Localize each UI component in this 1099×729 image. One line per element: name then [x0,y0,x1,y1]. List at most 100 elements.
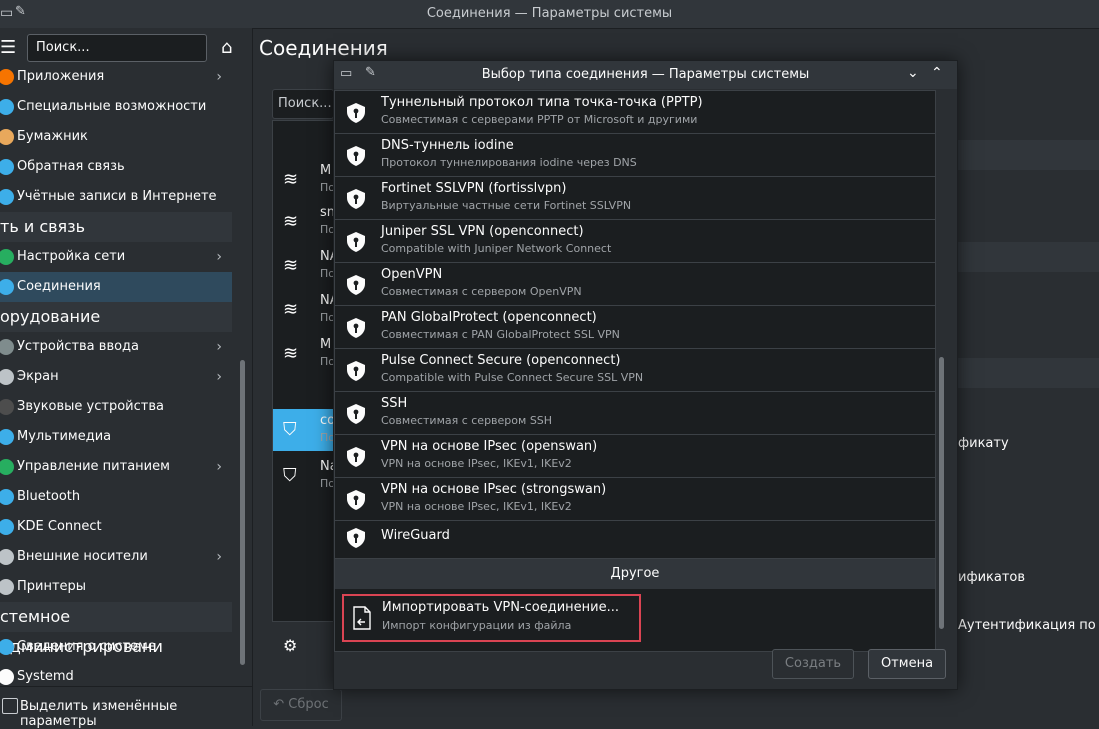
vpn-type-item[interactable]: Juniper SSL VPN (openconnect) Compatible … [335,220,935,263]
sidebar-item-icon [0,519,14,535]
sidebar-item-label: Мультимедиа [17,429,112,444]
vpn-type-item[interactable]: Туннельный протокол типа точка-точка (PP… [335,91,935,134]
vpn-type-item[interactable]: SSH Совместимая с сервером SSH [335,392,935,435]
undo-icon: ↶ [273,697,289,712]
highlight-changes-icon[interactable] [2,698,18,714]
connection-type-list: Туннельный протокол типа точка-точка (PP… [334,90,936,652]
vpn-type-title: VPN на основе IPsec (openswan) [381,439,598,454]
minimize-icon[interactable]: ⌄ [907,65,919,81]
vpn-type-item[interactable]: Fortinet SSLVPN (fortisslvpn) Виртуальные… [335,177,935,220]
sidebar-item[interactable]: Бумажник [0,122,232,152]
sidebar-item[interactable]: Настройка сети › [0,242,232,272]
vpn-type-item[interactable]: WireGuard [335,516,935,559]
vpn-type-item[interactable]: OpenVPN Совместимая с сервером OpenVPN [335,263,935,306]
sidebar-item[interactable]: Мультимедиа [0,422,232,452]
dialog-titlebar: ▭ ✎ Выбор типа соединения — Параметры си… [334,61,957,89]
sidebar-item[interactable]: Внешние носители › [0,542,232,572]
sidebar-item-label: Соединения [17,279,101,294]
vpn-type-item[interactable]: DNS-туннель iodine Протокол туннелировани… [335,134,935,177]
connection-item[interactable]: ⛉ co По [273,409,335,451]
vpn-type-title: SSH [381,396,408,411]
vpn-type-subtitle: Совместимая с сервером SSH [381,414,553,427]
vpn-type-title: WireGuard [381,528,450,543]
sidebar-item[interactable]: Сведения о системе [0,632,232,662]
import-subtitle: Импорт конфигурации из файла [382,619,572,632]
sidebar-scrollbar[interactable] [240,360,245,665]
wifi-icon: ≋ [283,255,299,276]
sidebar-search-input[interactable]: Поиск... [27,34,207,62]
sidebar-item[interactable]: Специальные возможности [0,92,232,122]
vpn-type-title: DNS-туннель iodine [381,138,514,153]
dialog-scrollbar[interactable] [939,357,944,629]
vpn-shield-icon: ⛉ [283,419,297,440]
sidebar-item-icon [0,189,14,205]
sidebar-item[interactable]: Звуковые устройства [0,392,232,422]
vpn-shield-icon [345,527,367,549]
vpn-shield-icon: ⛉ [283,465,297,486]
sidebar-item-label: Обратная связь [17,159,125,174]
vpn-type-item[interactable]: VPN на основе IPsec (openswan) VPN на осн… [335,435,935,478]
sidebar-item[interactable]: Соединения [0,272,232,302]
connection-name: M [320,337,332,352]
create-button[interactable]: Создать [772,649,854,679]
import-title: Импортировать VPN-соединение... [382,600,619,615]
vpn-type-item[interactable]: VPN на основе IPsec (strongswan) VPN на о… [335,478,935,521]
sidebar-item[interactable]: Управление питанием › [0,452,232,482]
right-text-2: ификатов [958,570,1026,585]
sidebar-item[interactable]: Учётные записи в Интернете [0,182,232,212]
connection-item[interactable]: ≋ NA По [273,289,339,331]
chevron-right-icon: › [216,249,222,265]
dialog-title: Выбор типа соединения — Параметры систем… [481,67,810,82]
connection-item[interactable]: ≋ NA По [273,245,339,287]
sidebar-item[interactable]: Обратная связь [0,152,232,182]
chevron-right-icon: › [216,369,222,385]
sidebar-item-icon [0,69,14,85]
sidebar-item-icon [0,579,14,595]
connection-search-input[interactable]: Поиск... [272,89,334,119]
sidebar-item-label: Внешние носители [17,549,148,564]
vpn-type-subtitle: Виртуальные частные сети Fortinet SSLVPN [381,199,632,212]
settings-sliders-icon[interactable]: ⚙ [283,636,297,655]
vpn-type-title: Pulse Connect Secure (openconnect) [381,353,621,368]
wifi-icon: ≋ [283,211,299,232]
vpn-type-title: Juniper SSL VPN (openconnect) [381,224,584,239]
connection-item[interactable]: ≋ sn По [273,201,335,243]
import-vpn-item[interactable]: Импортировать VPN-соединение... Импорт к… [342,594,641,642]
sidebar-item-icon [0,489,14,505]
maximize-icon[interactable]: ⌃ [931,65,943,81]
connection-item[interactable]: ⛉ Na По [273,455,338,497]
vpn-shield-icon [345,489,367,511]
right-text-3: Аутентификация по кл [958,618,1099,633]
sidebar-item[interactable]: Устройства ввода › [0,332,232,362]
sidebar-category: орудование [0,302,232,332]
sidebar-category-label: орудование [0,307,101,326]
home-icon[interactable]: ⌂ [221,37,232,58]
sidebar-item-icon [0,639,14,655]
chevron-right-icon: › [216,69,222,85]
sidebar-item[interactable]: KDE Connect [0,512,232,542]
vpn-type-subtitle: VPN на основе IPsec, IKEv1, IKEv2 [381,457,572,470]
sidebar-item-label: Звуковые устройства [17,399,164,414]
sidebar-item[interactable]: Bluetooth [0,482,232,512]
sidebar-item-icon [0,369,14,385]
vpn-type-item[interactable]: Pulse Connect Secure (openconnect) Compat… [335,349,935,392]
other-section-header: Другое [335,559,935,589]
sidebar-item[interactable]: Приложения › [0,62,232,92]
chevron-right-icon: › [216,339,222,355]
chevron-right-icon: › [216,549,222,565]
hamburger-icon[interactable]: ☰ [0,37,16,58]
sidebar-category: ть и связь [0,212,232,242]
vpn-type-subtitle: Compatible with Juniper Network Connect [381,242,612,255]
vpn-type-title: Туннельный протокол типа точка-точка (PP… [381,95,703,110]
reset-button[interactable]: ↶ Сброс [260,689,342,721]
connection-item[interactable]: ≋ M По [273,159,335,201]
sidebar-item[interactable]: Принтеры [0,572,232,602]
sidebar-item[interactable]: Экран › [0,362,232,392]
settings-row [955,140,1099,170]
sidebar-item-label: Приложения [17,69,105,84]
cancel-button[interactable]: Отмена [868,649,946,679]
highlight-changes-label[interactable]: Выделить изменённые параметры [20,699,252,729]
connection-item[interactable]: ≋ M По [273,333,335,375]
vpn-type-item[interactable]: PAN GlobalProtect (openconnect) Совместим… [335,306,935,349]
sidebar-item-icon [0,339,14,355]
